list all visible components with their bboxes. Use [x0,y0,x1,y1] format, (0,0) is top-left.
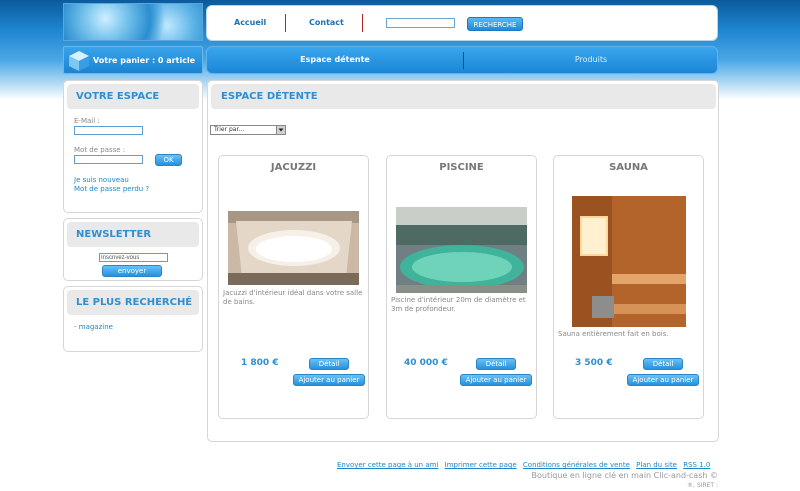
password-field[interactable] [74,155,143,164]
add-to-cart-button[interactable]: Ajouter au panier [460,374,532,386]
product-card: JACUZZI Jacuzzi d'intérieur idéal dans v… [218,155,369,419]
footer-links: Envoyer cette page à un ami Imprimer cet… [337,461,714,469]
footer-credit: Boutique en ligne clé en main Clic-and-c… [531,471,718,480]
cart-bar[interactable]: Votre panier : 0 article [63,46,203,74]
sort-select[interactable]: Trier par... [210,125,286,135]
top-navigation: Accueil Contact [206,5,718,41]
nav-divider [285,14,286,32]
page-title: ESPACE DÉTENTE [211,84,716,109]
product-description: Sauna entièrement fait en bois. [558,330,669,338]
tab-produits[interactable]: Produits [464,47,718,73]
newsletter-title: NEWSLETTER [67,222,199,247]
jacuzzi-image[interactable] [228,211,359,285]
product-price: 40 000 € [404,358,448,368]
footer-siret: ®, SIRET : [687,482,718,489]
nav-contact-link[interactable]: Contact [309,18,344,27]
product-price: 1 800 € [241,358,279,368]
password-label: Mot de passe : [74,146,126,154]
site-logo[interactable] [63,3,203,41]
nav-home-link[interactable]: Accueil [234,18,266,27]
cart-summary: Votre panier : 0 article [93,56,196,65]
popular-title: LE PLUS RECHERCHÉ [67,290,199,315]
detail-button[interactable]: Détail [476,358,516,370]
email-label: E-Mail : [74,117,100,125]
footer-link-rss[interactable]: RSS 1.0 [683,461,710,469]
login-box-title: VOTRE ESPACE [67,84,199,109]
add-to-cart-button[interactable]: Ajouter au panier [627,374,699,386]
newsletter-submit-button[interactable]: envoyer [102,265,162,277]
product-card: PISCINE Piscine d'intérieur 20m de diamè… [386,155,537,419]
login-box: VOTRE ESPACE E-Mail : Mot de passe : OK … [63,80,203,213]
popular-box: LE PLUS RECHERCHÉ - magazine [63,286,203,352]
section-tabs: Espace détente Produits [206,46,718,74]
product-description: Jacuzzi d'intérieur idéal dans votre sal… [223,289,363,306]
footer-link-send-to-friend[interactable]: Envoyer cette page à un ami [337,461,438,469]
add-to-cart-button[interactable]: Ajouter au panier [293,374,365,386]
sort-select-value: Trier par... [214,126,245,133]
search-button[interactable]: RECHERCHE [467,17,523,31]
signup-link[interactable]: Je suis nouveau [74,176,129,184]
detail-button[interactable]: Détail [643,358,683,370]
nav-divider [362,14,363,32]
detail-button[interactable]: Détail [309,358,349,370]
cube-icon [69,51,89,71]
product-title[interactable]: JACUZZI [219,162,368,173]
popular-link-magazine[interactable]: - magazine [74,323,113,331]
tab-espace-detente[interactable]: Espace détente [207,47,463,73]
search-input[interactable] [386,18,455,28]
sauna-image[interactable] [572,196,686,327]
main-content: ESPACE DÉTENTE Trier par... JACUZZI Jacu… [207,80,719,442]
footer-link-sitemap[interactable]: Plan du site [636,461,677,469]
product-card: SAUNA Sauna entièrement fait en bois. 3 … [553,155,704,419]
chevron-down-icon[interactable] [276,126,285,134]
newsletter-email-input[interactable] [99,253,168,262]
product-title[interactable]: PISCINE [387,162,536,173]
forgot-password-link[interactable]: Mot de passe perdu ? [74,185,149,193]
product-price: 3 500 € [575,358,613,368]
product-description: Piscine d'intérieur 20m de diamètre et 3… [391,296,526,313]
login-ok-button[interactable]: OK [155,154,182,166]
product-title[interactable]: SAUNA [554,162,703,173]
footer-link-print[interactable]: Imprimer cette page [445,461,517,469]
email-field[interactable] [74,126,143,135]
newsletter-box: NEWSLETTER envoyer [63,218,203,281]
footer-link-terms[interactable]: Conditions générales de vente [523,461,630,469]
pool-image[interactable] [396,207,527,293]
